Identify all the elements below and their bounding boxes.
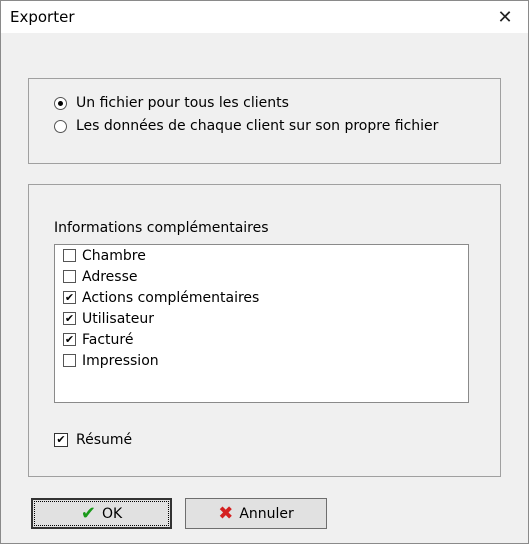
ok-button[interactable]: ✔ OK [31, 498, 172, 529]
list-item-adresse[interactable]: Adresse [55, 266, 468, 287]
checkbox[interactable] [63, 354, 76, 367]
list-item-utilisateur[interactable]: ✔ Utilisateur [55, 308, 468, 329]
radio-per-client-file[interactable]: Les données de chaque client sur son pro… [54, 118, 438, 134]
checkbox-checked[interactable]: ✔ [63, 291, 76, 304]
list-item-label: Utilisateur [82, 310, 155, 327]
info-checklist[interactable]: Chambre Adresse ✔ Actions complémentaire… [54, 244, 469, 403]
resume-checkbox[interactable]: ✔ [54, 433, 68, 447]
list-item-impression[interactable]: Impression [55, 350, 468, 371]
export-dialog: Exporter ✕ Un fichier pour tous les clie… [0, 0, 529, 544]
x-icon: ✖ [218, 503, 234, 524]
dialog-title: Exporter [10, 8, 75, 26]
info-group: Informations complémentaires Chambre Adr… [28, 184, 501, 477]
list-item-label: Impression [82, 352, 159, 369]
close-icon: ✕ [497, 6, 513, 28]
list-item-label: Actions complémentaires [82, 289, 260, 306]
list-item-label: Chambre [82, 247, 146, 264]
radio-button[interactable] [54, 119, 67, 133]
radio-label: Les données de chaque client sur son pro… [76, 118, 439, 134]
checkbox[interactable] [63, 270, 76, 283]
title-bar: Exporter ✕ [1, 1, 528, 33]
radio-label: Un fichier pour tous les clients [76, 95, 289, 111]
checkbox[interactable] [63, 249, 76, 262]
cancel-button[interactable]: ✖ Annuler [185, 498, 327, 529]
export-mode-group: Un fichier pour tous les clients Les don… [28, 78, 501, 164]
info-label: Informations complémentaires [54, 220, 269, 236]
radio-button-selected[interactable] [54, 96, 67, 110]
radio-one-file[interactable]: Un fichier pour tous les clients [54, 95, 289, 111]
list-item-label: Facturé [82, 331, 134, 348]
checkmark-icon: ✔ [80, 503, 96, 524]
ok-label: OK [101, 505, 123, 522]
resume-option[interactable]: ✔ Résumé [54, 432, 132, 448]
cancel-label: Annuler [239, 505, 294, 522]
list-item-label: Adresse [82, 268, 138, 285]
list-item-facture[interactable]: ✔ Facturé [55, 329, 468, 350]
resume-label: Résumé [76, 432, 133, 448]
checkbox-checked[interactable]: ✔ [63, 333, 76, 346]
close-button[interactable]: ✕ [482, 1, 528, 33]
list-item-actions[interactable]: ✔ Actions complémentaires [55, 287, 468, 308]
checkbox-checked[interactable]: ✔ [63, 312, 76, 325]
list-item-chambre[interactable]: Chambre [55, 245, 468, 266]
